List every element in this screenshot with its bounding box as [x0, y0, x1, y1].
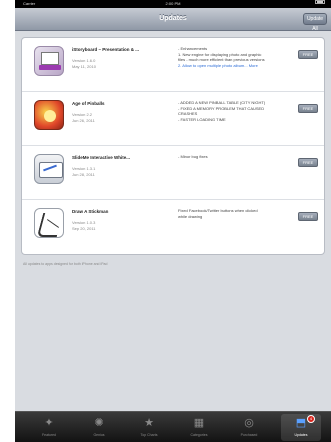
tab-genius[interactable]: ✺ Genius	[75, 412, 123, 442]
tab-label: Categories	[190, 433, 208, 437]
purchased-icon: ◎	[244, 417, 254, 429]
tab-purchased[interactable]: ◎ Purchased	[225, 412, 273, 442]
app-version: Version 1.6.0	[72, 58, 96, 63]
app-version: Version 1.3.1	[72, 166, 96, 171]
stickman-icon[interactable]	[34, 208, 64, 238]
free-update-button[interactable]: FREE	[298, 158, 318, 167]
ipad-screen: Carrier 2:00 PM Updates Update All iStor…	[15, 0, 331, 442]
page-title: Updates	[159, 15, 187, 22]
tab-top-charts[interactable]: ★ Top Charts	[125, 412, 173, 442]
tab-categories[interactable]: ▦ Categories	[175, 412, 223, 442]
app-name[interactable]: SlideMe Interactive White...	[72, 155, 170, 160]
status-bar: Carrier 2:00 PM	[15, 0, 331, 8]
release-notes: - Minor bug fixes	[178, 154, 286, 160]
note-line: - FASTER LOADING TIME	[178, 116, 226, 122]
battery-icon	[315, 0, 325, 4]
free-update-button[interactable]: FREE	[298, 212, 318, 221]
clock-label: 2:00 PM	[165, 1, 181, 6]
navigation-bar: Updates Update All	[15, 8, 331, 32]
tab-label: Purchased	[240, 433, 258, 437]
app-name[interactable]: Age of Pinballs	[72, 101, 170, 106]
release-notes: - Enhancements 1. New engine for display…	[178, 46, 286, 68]
app-name[interactable]: Draw A Stickman	[72, 209, 170, 214]
updates-count-badge: 4	[307, 415, 315, 423]
updates-list: iStoryboard – Presentation & ... Version…	[21, 37, 325, 255]
release-notes: Fixed Facebook/Twitter buttons when clic…	[178, 208, 286, 219]
app-version: Version 2.2	[72, 112, 93, 117]
app-name[interactable]: iStoryboard – Presentation & ...	[72, 47, 170, 52]
categories-icon: ▦	[193, 417, 205, 429]
footer-note: All updates to apps designed for both iP…	[23, 262, 108, 266]
note-line: - Minor bug fixes	[178, 154, 208, 159]
free-update-button[interactable]: FREE	[298, 50, 318, 59]
featured-icon: ✦	[44, 417, 54, 429]
update-all-button[interactable]: Update All	[303, 13, 327, 32]
update-row[interactable]: Draw A Stickman Version 1.0.3 Sep 20, 20…	[22, 200, 324, 254]
pinball-icon[interactable]	[34, 100, 64, 130]
note-line-more[interactable]: 2. Allow to open multiple photo album...…	[178, 63, 286, 69]
app-version: Version 1.0.3	[72, 220, 96, 225]
tab-label: Top Charts	[140, 433, 158, 437]
tab-label: Genius	[93, 433, 105, 437]
app-date: Sep 20, 2011	[72, 226, 96, 231]
presentation-icon[interactable]	[34, 46, 64, 76]
note-line: while drawing	[178, 213, 203, 219]
tab-featured[interactable]: ✦ Featured	[25, 412, 73, 442]
app-date: Jun 26, 2011	[72, 118, 95, 123]
updates-icon: ⬒	[295, 417, 307, 429]
tab-updates[interactable]: ⬒ 4 Updates	[277, 412, 325, 442]
tab-bar: ✦ Featured ✺ Genius ★ Top Charts ▦ Categ…	[15, 411, 331, 442]
update-row[interactable]: SlideMe Interactive White... Version 1.3…	[22, 146, 324, 200]
free-update-button[interactable]: FREE	[298, 104, 318, 113]
update-row[interactable]: Age of Pinballs Version 2.2 Jun 26, 2011…	[22, 92, 324, 146]
genius-icon: ✺	[94, 417, 104, 429]
release-notes: - ADDED A NEW PINBALL TABLE (CITY NIGHT)…	[178, 100, 286, 122]
tab-label: Updates	[294, 433, 308, 437]
tab-label: Featured	[41, 433, 56, 437]
whiteboard-icon[interactable]	[34, 154, 64, 184]
star-icon: ★	[144, 417, 154, 429]
updates-content[interactable]: iStoryboard – Presentation & ... Version…	[15, 31, 331, 411]
app-date: May 11, 2010	[72, 64, 96, 69]
update-row[interactable]: iStoryboard – Presentation & ... Version…	[22, 38, 324, 92]
app-date: Jun 28, 2011	[72, 172, 95, 177]
